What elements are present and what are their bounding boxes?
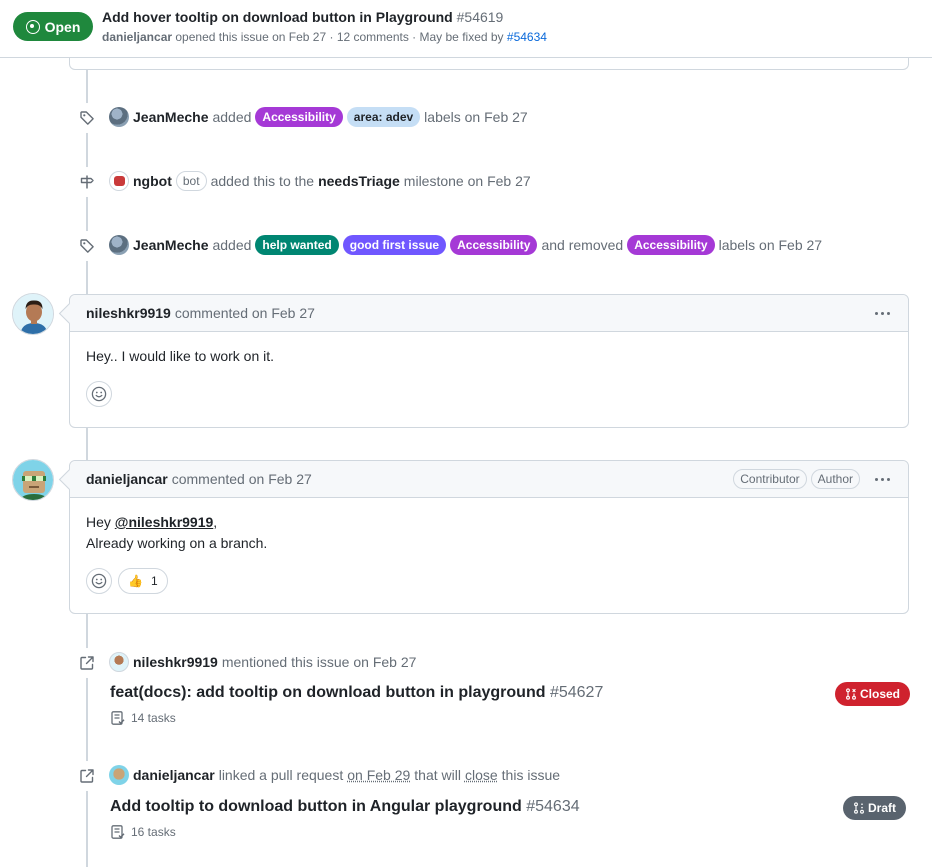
issue-title[interactable]: Add hover tooltip on download button in … — [102, 9, 503, 25]
avatar[interactable] — [109, 652, 129, 672]
pr-draft-badge: Draft — [843, 796, 907, 820]
avatar[interactable] — [12, 459, 54, 501]
sticky-issue-header: Open Add hover tooltip on download butto… — [0, 0, 932, 58]
fixed-by-link[interactable]: #54634 — [507, 30, 547, 44]
timeline-event-cross-referenced: nileshkr9919 mentioned this issue on Feb… — [0, 648, 932, 678]
cross-referenced-pr-title[interactable]: feat(docs): add tooltip on download butt… — [110, 684, 603, 702]
timeline-event-labeled: JeanMeche added help wanted good first i… — [0, 231, 932, 261]
cross-reference-icon — [72, 761, 102, 791]
issue-state-badge: Open — [13, 12, 93, 41]
actor-link[interactable]: ngbot — [133, 173, 172, 189]
thumbs-up-icon: 👍 — [128, 574, 143, 588]
comment-options-button[interactable] — [868, 303, 896, 323]
tasklist-icon — [111, 825, 125, 839]
linked-pr-title[interactable]: Add tooltip to download button in Angula… — [110, 798, 580, 816]
smiley-icon — [91, 386, 107, 402]
user-mention-link[interactable]: @nileshkr9919 — [115, 514, 214, 530]
add-reaction-button[interactable] — [86, 568, 112, 594]
comment-body: Hey @nileshkr9919, Already working on a … — [86, 514, 268, 551]
reaction-count: 1 — [150, 574, 158, 588]
add-reaction-button[interactable] — [86, 381, 112, 407]
milestone-icon — [72, 167, 102, 197]
comment-timestamp[interactable]: commented on Feb 27 — [172, 471, 312, 487]
issue-opened-icon — [25, 19, 40, 34]
actor-link[interactable]: nileshkr9919 — [133, 654, 218, 670]
avatar[interactable] — [109, 171, 129, 191]
bot-badge: bot — [175, 171, 207, 191]
tag-icon — [72, 103, 102, 133]
comment-timestamp[interactable]: commented on Feb 27 — [175, 305, 315, 321]
comment-card: nileshkr9919 commented on Feb 27 Hey.. I… — [69, 294, 909, 428]
label-accessibility[interactable]: Accessibility — [255, 107, 343, 127]
issue-number: #54619 — [456, 9, 504, 25]
avatar[interactable] — [109, 107, 129, 127]
timeline-event-connected: danieljancar linked a pull request on Fe… — [0, 761, 932, 791]
actor-link[interactable]: danieljancar — [133, 767, 215, 783]
comment-card: danieljancar commented on Feb 27 Contrib… — [69, 460, 909, 614]
label-good-first-issue[interactable]: good first issue — [342, 235, 447, 255]
label-accessibility[interactable]: Accessibility — [450, 235, 538, 255]
pr-closed-badge: Closed — [835, 682, 911, 706]
timeline-event-labeled: JeanMeche added Accessibility area: adev… — [0, 103, 932, 133]
actor-link[interactable]: JeanMeche — [133, 109, 208, 125]
task-count: 16 tasks — [110, 824, 176, 840]
comment-options-button[interactable] — [868, 469, 896, 489]
comment-author-link[interactable]: nileshkr9919 — [86, 305, 171, 321]
author-badge: Author — [810, 469, 860, 489]
thumbs-up-reaction[interactable]: 👍 1 — [118, 568, 168, 594]
cross-reference-icon — [72, 648, 102, 678]
comment-header: danieljancar commented on Feb 27 Contrib… — [70, 461, 908, 498]
actor-link[interactable]: JeanMeche — [133, 237, 208, 253]
issue-meta: danieljancar opened this issue on Feb 27… — [102, 30, 547, 44]
pr-closed-icon — [846, 688, 856, 700]
comment-body: Hey.. I would like to work on it. — [86, 348, 275, 364]
pr-draft-icon — [854, 802, 864, 814]
label-area-adev[interactable]: area: adev — [346, 107, 421, 127]
comment-author-link[interactable]: danieljancar — [86, 471, 168, 487]
task-count: 14 tasks — [110, 710, 176, 726]
avatar[interactable] — [12, 293, 54, 335]
close-keyword[interactable]: close — [465, 767, 498, 783]
timeline-event-milestoned: ngbot bot added this to the needsTriage … — [0, 167, 932, 197]
label-help-wanted[interactable]: help wanted — [255, 235, 339, 255]
tasklist-icon — [111, 711, 125, 725]
smiley-icon — [91, 573, 107, 589]
avatar[interactable] — [109, 765, 129, 785]
event-timestamp-link[interactable]: on Feb 29 — [347, 767, 410, 783]
milestone-link[interactable]: needsTriage — [318, 173, 400, 189]
contributor-badge: Contributor — [733, 469, 807, 489]
label-accessibility-removed[interactable]: Accessibility — [627, 235, 715, 255]
issue-author-link[interactable]: danieljancar — [102, 30, 172, 44]
tag-icon — [72, 231, 102, 261]
avatar[interactable] — [109, 235, 129, 255]
comment-header: nileshkr9919 commented on Feb 27 — [70, 295, 908, 332]
